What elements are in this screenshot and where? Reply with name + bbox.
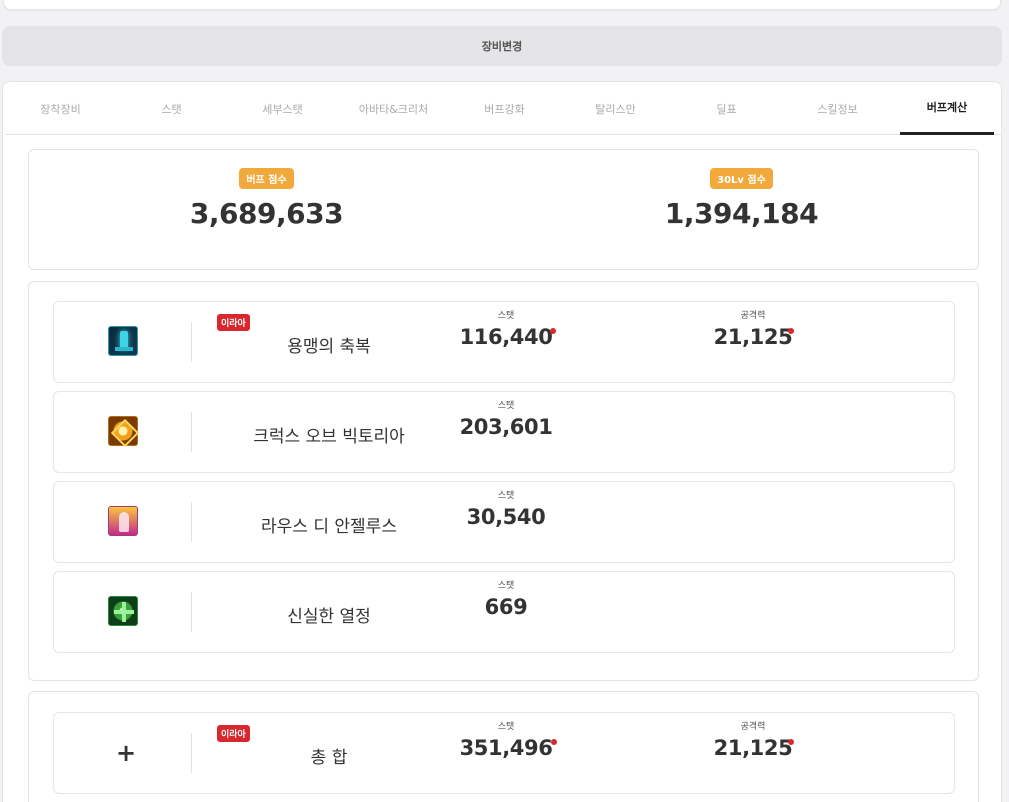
total-row: + 이라아 총 합 스탯 351,496 공격력 21,125 — [53, 712, 955, 794]
skill-name: 용맹의 축복 — [287, 337, 371, 357]
tab-stats[interactable]: 스탯 — [116, 82, 227, 135]
row-divider — [191, 592, 192, 632]
attack-block: 공격력 21,125 — [693, 308, 813, 349]
stat-label: 스탯 — [497, 722, 515, 732]
stat-value: 669 — [484, 595, 528, 619]
stat-block: 스탯 30,540 — [446, 488, 566, 529]
total-attack-block: 공격력 21,125 — [693, 719, 813, 760]
skill-name: 신실한 열정 — [287, 607, 371, 627]
row-divider — [191, 412, 192, 452]
skill-row: 라우스 디 안젤루스 스탯 30,540 — [53, 481, 955, 563]
laus-angelus-icon — [108, 506, 138, 536]
score-summary: 버프 점수 3,689,633 30Lv 점수 1,394,184 — [28, 149, 979, 270]
lv30-score-value: 1,394,184 — [664, 197, 819, 230]
lv30-score: 30Lv 점수 1,394,184 — [504, 150, 979, 271]
skill-row: 신실한 열정 스탯 669 — [53, 571, 955, 653]
stat-block: 스탯 116,440 — [446, 308, 566, 349]
stat-label: 스탯 — [497, 401, 515, 411]
stat-block: 스탯 203,601 — [446, 398, 566, 439]
tab-equipped[interactable]: 장착장비 — [5, 82, 116, 135]
attack-indicator-dot — [788, 328, 794, 334]
buff-score-badge: 버프 점수 — [239, 168, 294, 189]
crux-victoria-icon — [108, 416, 138, 446]
attack-value: 21,125 — [713, 325, 793, 349]
stat-label: 스탯 — [497, 581, 515, 591]
row-divider — [191, 322, 192, 362]
tab-buff-calc[interactable]: 버프계산 — [900, 82, 994, 135]
total-stat-block: 스탯 351,496 — [446, 719, 566, 760]
stat-label: 스탯 — [497, 491, 515, 501]
attack-indicator-dot — [788, 739, 794, 745]
attack-label: 공격력 — [740, 722, 766, 732]
stat-label: 스탯 — [497, 311, 515, 321]
tab-bar: 장착장비 스탯 세부스탯 아바타&크리처 버프강화 탈리스만 딜표 스킬정보 버… — [5, 82, 1001, 135]
tab-avatar-creature[interactable]: 아바타&크리처 — [338, 82, 449, 135]
skill-row: 크럭스 오브 빅토리아 스탯 203,601 — [53, 391, 955, 473]
stat-indicator-dot — [551, 739, 557, 745]
tab-damage-table[interactable]: 딜표 — [671, 82, 782, 135]
stat-value: 116,440 — [459, 325, 553, 349]
character-tag: 이라아 — [217, 725, 250, 742]
skill-name: 크럭스 오브 빅토리아 — [253, 427, 405, 447]
attack-label: 공격력 — [740, 311, 766, 321]
plus-icon: + — [116, 739, 137, 767]
buff-score: 버프 점수 3,689,633 — [29, 150, 504, 271]
dragon-blessing-icon — [108, 326, 138, 356]
row-divider — [191, 502, 192, 542]
stat-block: 스탯 669 — [446, 578, 566, 619]
row-divider — [191, 733, 192, 773]
skill-list: 이라아 용맹의 축복 스탯 116,440 공격력 21,125 크럭스 오브 … — [28, 281, 979, 681]
tab-buff-enhance[interactable]: 버프강화 — [449, 82, 560, 135]
buff-calc-panel: 장착장비 스탯 세부스탯 아바타&크리처 버프강화 탈리스만 딜표 스킬정보 버… — [2, 81, 1002, 802]
tab-talisman[interactable]: 탈리스만 — [560, 82, 671, 135]
stat-value: 351,496 — [459, 736, 553, 760]
stat-value: 203,601 — [459, 415, 553, 439]
previous-card — [3, 0, 1001, 10]
change-equipment-button[interactable]: 장비변경 — [2, 26, 1002, 66]
stat-indicator-dot — [550, 328, 556, 334]
stat-value: 30,540 — [466, 505, 546, 529]
attack-value: 21,125 — [713, 736, 793, 760]
skill-name: 라우스 디 안젤루스 — [261, 517, 397, 537]
tab-detail-stats[interactable]: 세부스탯 — [227, 82, 338, 135]
total-name: 총 합 — [310, 748, 348, 768]
faithful-passion-icon — [108, 596, 138, 626]
character-tag: 이라아 — [217, 314, 250, 331]
buff-score-value: 3,689,633 — [189, 197, 344, 230]
skill-row: 이라아 용맹의 축복 스탯 116,440 공격력 21,125 — [53, 301, 955, 383]
total-section: + 이라아 총 합 스탯 351,496 공격력 21,125 — [28, 691, 979, 802]
tab-skill-info[interactable]: 스킬정보 — [782, 82, 893, 135]
lv30-score-badge: 30Lv 점수 — [710, 168, 773, 189]
